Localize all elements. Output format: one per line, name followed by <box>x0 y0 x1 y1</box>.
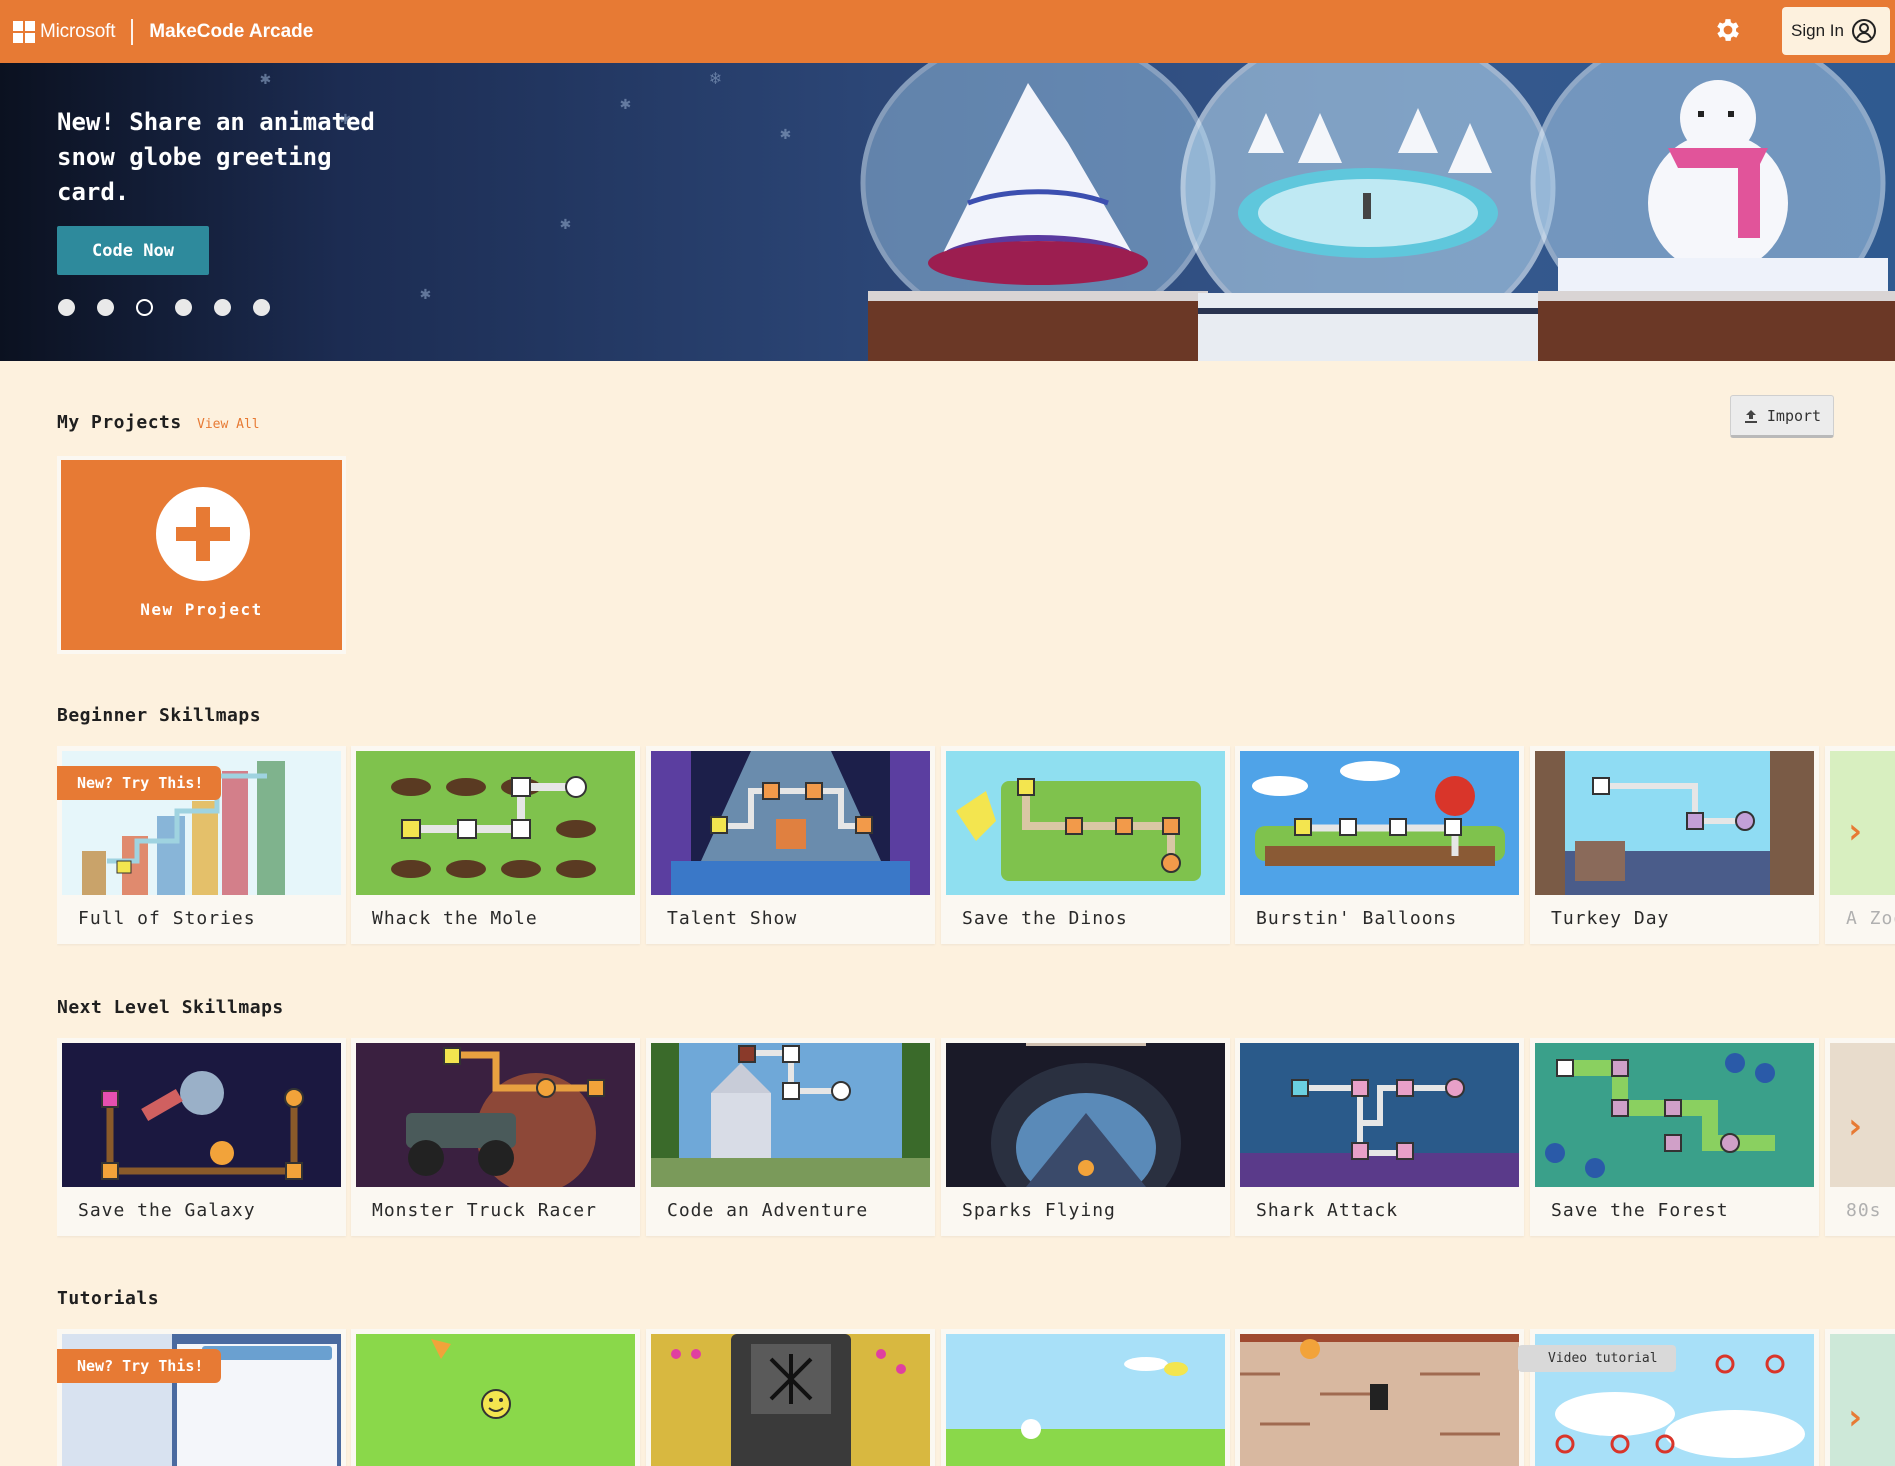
card-thumbnail <box>991 1043 1181 1187</box>
import-label: Import <box>1766 406 1822 425</box>
skillmap-card-turkey-day[interactable]: Turkey Day <box>1530 746 1819 944</box>
header-divider <box>131 18 134 45</box>
sign-in-button[interactable]: Sign In <box>1782 7 1890 55</box>
skillmap-card-talent-show[interactable]: Talent Show <box>646 746 935 944</box>
snow-globes-illustration <box>860 63 1895 361</box>
skillmap-card-burstin-balloons[interactable]: Burstin' Balloons <box>1235 746 1524 944</box>
card-title: Full of Stories <box>78 908 256 929</box>
card-thumbnail <box>1535 1043 1814 1187</box>
carousel-dot[interactable] <box>175 299 192 316</box>
card-thumbnail <box>651 751 930 895</box>
card-thumbnail <box>1252 761 1505 866</box>
card-thumbnail <box>651 1043 930 1187</box>
card-thumbnail <box>101 1071 304 1180</box>
carousel-dot[interactable] <box>253 299 270 316</box>
new-try-this-ribbon: New? Try This! <box>57 1349 222 1397</box>
card-title: Burstin' Balloons <box>1256 908 1458 929</box>
card-thumbnail <box>431 1339 511 1419</box>
card-title: Talent Show <box>667 908 798 929</box>
skillmap-card-whack-the-mole[interactable]: Whack the Mole <box>351 746 640 944</box>
snowflake-icon: ✱ <box>260 68 271 89</box>
card-title: Monster Truck Racer <box>372 1200 597 1221</box>
microsoft-brand-text: Microsoft <box>40 20 116 42</box>
snowflake-icon: ✱ <box>420 283 431 304</box>
user-icon <box>1851 19 1876 43</box>
new-project-label: New Project <box>140 600 263 619</box>
tutorials-title: Tutorials <box>57 1288 160 1309</box>
card-thumbnail <box>956 778 1201 881</box>
card-thumbnail <box>1240 1043 1519 1187</box>
card-title: Save the Forest <box>1551 1200 1729 1221</box>
card-title: Save the Galaxy <box>78 1200 256 1221</box>
upload-icon <box>1744 409 1757 423</box>
carousel-dot[interactable] <box>214 299 231 316</box>
top-bar: Microsoft MakeCode Arcade Sign In <box>0 0 1895 63</box>
scroll-right-arrow-icon[interactable]: › <box>1844 1106 1866 1147</box>
scroll-right-arrow-icon[interactable]: › <box>1844 811 1866 852</box>
card-title: Sparks Flying <box>962 1200 1116 1221</box>
next-level-skillmaps-title: Next Level Skillmaps <box>57 997 284 1018</box>
new-try-this-ribbon: New? Try This! <box>57 766 222 814</box>
beginner-skillmaps-row: Full of Stories New? Try This! Whack the… <box>57 746 1895 956</box>
new-project-card[interactable]: New Project <box>57 456 346 654</box>
card-title: Turkey Day <box>1551 908 1670 929</box>
hero-banner: ✱ ✱ ✱ ❄ ✱ ✱ ✱ New! Share an animated sno… <box>0 63 1895 361</box>
snowflake-icon: ✱ <box>620 93 631 114</box>
card-title: 80s <box>1846 1200 1882 1221</box>
card-thumbnail <box>1535 751 1814 895</box>
carousel-dot[interactable] <box>58 299 75 316</box>
card-title: A Zoo <box>1846 908 1895 929</box>
gear-icon[interactable] <box>1713 15 1743 45</box>
plus-icon <box>156 487 250 581</box>
my-projects-title: My Projects <box>57 412 182 433</box>
card-thumbnail <box>356 1043 635 1187</box>
skillmap-card-monster-truck-racer[interactable]: Monster Truck Racer <box>351 1038 640 1236</box>
card-title: Shark Attack <box>1256 1200 1399 1221</box>
skillmap-card-save-the-dinos[interactable]: Save the Dinos <box>941 746 1230 944</box>
import-button[interactable]: Import <box>1730 395 1834 438</box>
microsoft-logo[interactable]: Microsoft <box>13 20 116 43</box>
beginner-skillmaps-title: Beginner Skillmaps <box>57 705 262 726</box>
tutorials-row: New? Try This! Video tutorial › <box>57 1329 1895 1466</box>
carousel-dot[interactable] <box>97 299 114 316</box>
tutorial-card[interactable] <box>941 1329 1230 1466</box>
snowflake-icon: ❄ <box>710 68 721 89</box>
tutorial-card[interactable] <box>351 1329 640 1466</box>
scroll-right-arrow-icon[interactable]: › <box>1844 1397 1866 1438</box>
code-now-button[interactable]: Code Now <box>57 226 209 275</box>
carousel-dot-active[interactable] <box>136 299 153 316</box>
microsoft-logo-icon <box>13 20 35 43</box>
skillmap-card-sparks-flying[interactable]: Sparks Flying <box>941 1038 1230 1236</box>
app-title[interactable]: MakeCode Arcade <box>149 21 313 43</box>
card-thumbnail <box>1240 1334 1519 1436</box>
tutorial-card[interactable] <box>1235 1329 1524 1466</box>
card-thumbnail <box>391 776 596 878</box>
skillmap-card-shark-attack[interactable]: Shark Attack <box>1235 1038 1524 1236</box>
card-thumbnail <box>946 1357 1225 1466</box>
snowflake-icon: ✱ <box>780 123 791 144</box>
skillmap-card-code-an-adventure[interactable]: Code an Adventure <box>646 1038 935 1236</box>
skillmap-card-save-the-forest[interactable]: Save the Forest <box>1530 1038 1819 1236</box>
skillmap-card-save-the-galaxy[interactable]: Save the Galaxy <box>57 1038 346 1236</box>
next-level-skillmaps-row: Save the Galaxy Monster Truck Racer Code… <box>57 1038 1895 1248</box>
card-title: Code an Adventure <box>667 1200 869 1221</box>
card-title: Whack the Mole <box>372 908 538 929</box>
view-all-link[interactable]: View All <box>197 417 260 432</box>
tutorial-card[interactable] <box>646 1329 935 1466</box>
card-thumbnail <box>671 1334 906 1466</box>
snowflake-icon: ✱ <box>560 213 571 234</box>
sign-in-label: Sign In <box>1791 21 1844 40</box>
hero-title: New! Share an animated snow globe greeti… <box>57 108 375 206</box>
video-tutorial-badge: Video tutorial <box>1518 1345 1676 1372</box>
carousel-dots <box>58 299 270 316</box>
card-title: Save the Dinos <box>962 908 1128 929</box>
